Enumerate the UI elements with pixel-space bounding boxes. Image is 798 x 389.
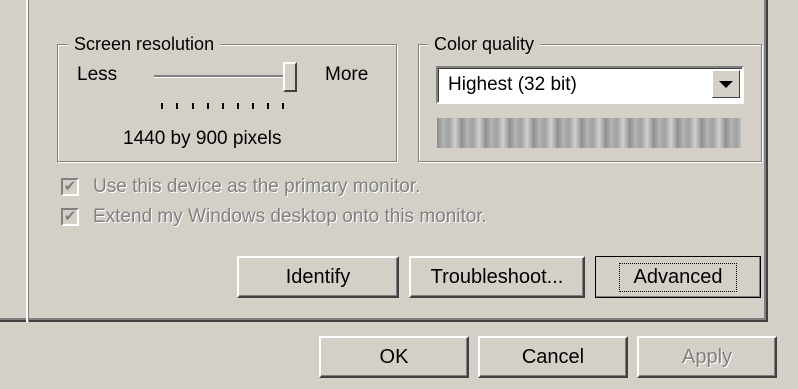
- cancel-button[interactable]: Cancel: [478, 336, 628, 378]
- resolution-value: 1440 by 900 pixels: [123, 128, 282, 149]
- extend-desktop-label: Extend my Windows desktop onto this moni…: [93, 206, 487, 227]
- ok-button[interactable]: OK: [319, 336, 469, 378]
- screen-resolution-legend: Screen resolution: [68, 34, 221, 54]
- extend-desktop-checkbox[interactable]: ✔: [61, 208, 79, 226]
- chevron-down-icon: [719, 80, 733, 88]
- color-quality-legend: Color quality: [428, 34, 541, 54]
- resolution-slider-thumb[interactable]: [283, 62, 297, 92]
- check-icon: ✔: [63, 178, 77, 195]
- check-icon: ✔: [63, 208, 77, 225]
- dropdown-button[interactable]: [712, 70, 740, 98]
- color-quality-select[interactable]: Highest (32 bit): [436, 66, 744, 104]
- resolution-slider-track[interactable]: [154, 75, 288, 78]
- color-quality-value: Highest (32 bit): [448, 74, 577, 95]
- apply-button[interactable]: Apply: [637, 336, 777, 378]
- primary-monitor-label: Use this device as the primary monitor.: [93, 176, 421, 197]
- color-quality-preview: [437, 118, 741, 148]
- tab-page-edge: [26, 0, 29, 322]
- identify-button[interactable]: Identify: [237, 256, 399, 298]
- less-label: Less: [77, 64, 118, 85]
- more-label: More: [325, 64, 369, 85]
- advanced-button-label: Advanced: [618, 262, 738, 292]
- primary-monitor-checkbox[interactable]: ✔: [61, 178, 79, 196]
- troubleshoot-button[interactable]: Troubleshoot...: [409, 256, 585, 298]
- advanced-button[interactable]: Advanced: [595, 256, 761, 298]
